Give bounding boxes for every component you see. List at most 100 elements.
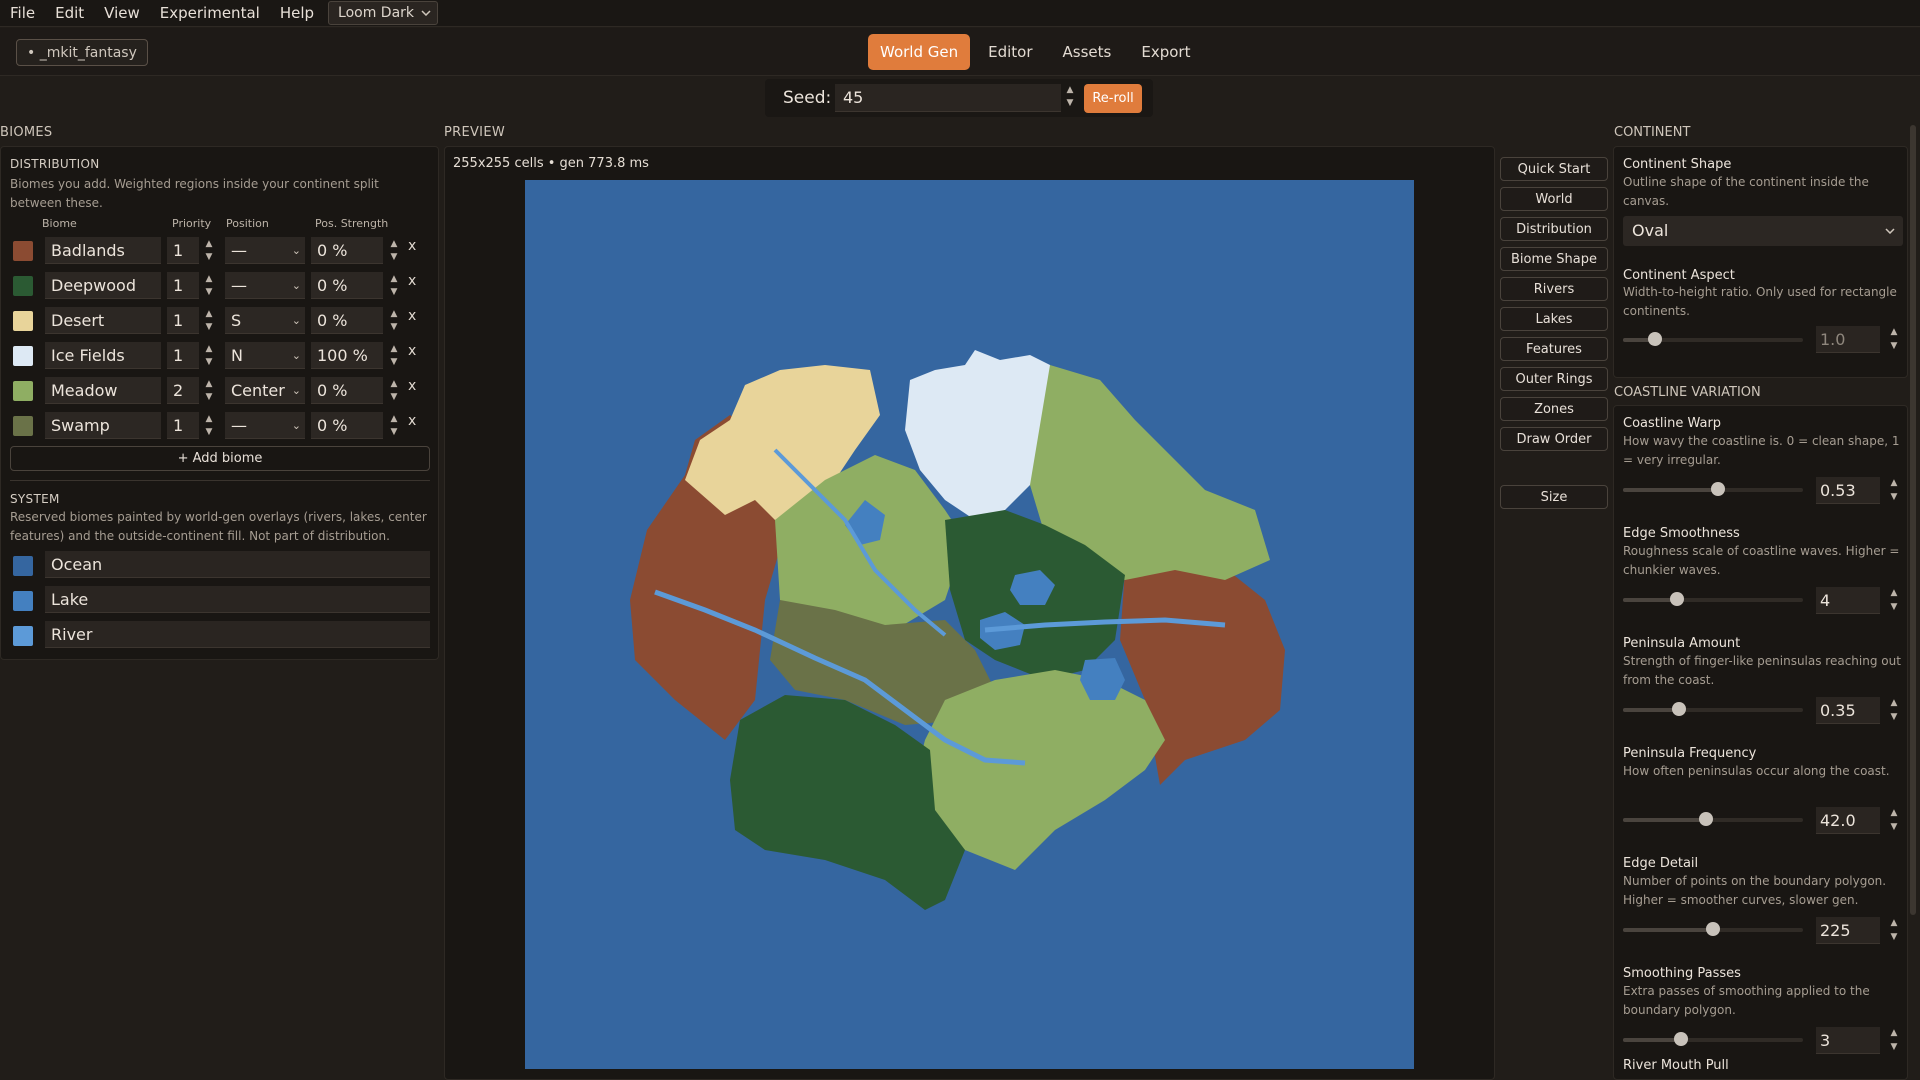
property-slider[interactable] xyxy=(1623,592,1803,606)
property-slider[interactable] xyxy=(1623,812,1803,826)
strength-increment-icon[interactable]: ▲ xyxy=(389,414,399,424)
tab-export[interactable]: Export xyxy=(1129,34,1202,70)
property-slider[interactable] xyxy=(1623,702,1803,716)
slider-knob[interactable] xyxy=(1670,592,1684,606)
property-value-input[interactable]: 0.53 xyxy=(1816,477,1880,504)
biome-position-select[interactable]: — ⌄ xyxy=(225,237,305,264)
strength-increment-icon[interactable]: ▲ xyxy=(389,344,399,354)
continent-shape-select[interactable]: Oval xyxy=(1623,216,1903,246)
value-increment-icon[interactable]: ▲ xyxy=(1889,698,1899,708)
value-decrement-icon[interactable]: ▼ xyxy=(1889,712,1899,722)
strength-decrement-icon[interactable]: ▼ xyxy=(389,392,399,402)
add-biome-button[interactable]: + Add biome xyxy=(10,446,430,471)
nav-button-outer-rings[interactable]: Outer Rings xyxy=(1500,367,1608,391)
priority-increment-icon[interactable]: ▲ xyxy=(204,379,214,389)
value-increment-icon[interactable]: ▲ xyxy=(1889,808,1899,818)
biome-color-swatch[interactable] xyxy=(13,416,33,436)
nav-button-lakes[interactable]: Lakes xyxy=(1500,307,1608,331)
project-chip[interactable]: • _mkit_fantasy xyxy=(16,39,148,66)
aspect-decrement-icon[interactable]: ▼ xyxy=(1889,341,1899,351)
tab-editor[interactable]: Editor xyxy=(976,34,1044,70)
tab-assets[interactable]: Assets xyxy=(1051,34,1124,70)
nav-button-zones[interactable]: Zones xyxy=(1500,397,1608,421)
slider-knob[interactable] xyxy=(1673,1032,1688,1046)
property-value-input[interactable]: 0.35 xyxy=(1816,697,1880,724)
biome-priority-field[interactable]: 1 xyxy=(167,307,199,334)
biome-name-field[interactable]: Badlands xyxy=(45,237,161,264)
biome-priority-field[interactable]: 1 xyxy=(167,237,199,264)
property-value-input[interactable]: 42.0 xyxy=(1816,807,1880,834)
value-decrement-icon[interactable]: ▼ xyxy=(1889,822,1899,832)
priority-increment-icon[interactable]: ▲ xyxy=(204,239,214,249)
priority-decrement-icon[interactable]: ▼ xyxy=(204,357,214,367)
menu-experimental[interactable]: Experimental xyxy=(150,0,270,27)
nav-button-biome-shape[interactable]: Biome Shape xyxy=(1500,247,1608,271)
nav-button-rivers[interactable]: Rivers xyxy=(1500,277,1608,301)
property-value-input[interactable]: 225 xyxy=(1816,917,1880,944)
value-increment-icon[interactable]: ▲ xyxy=(1889,1028,1899,1038)
biome-name-field[interactable]: Ice Fields xyxy=(45,342,161,369)
nav-button-distribution[interactable]: Distribution xyxy=(1500,217,1608,241)
slider-knob[interactable] xyxy=(1698,812,1713,826)
nav-button-size[interactable]: Size xyxy=(1500,485,1608,509)
biome-position-select[interactable]: Center ⌄ xyxy=(225,377,305,404)
biome-strength-field[interactable]: 0 % xyxy=(311,272,383,299)
biome-priority-field[interactable]: 1 xyxy=(167,272,199,299)
biome-strength-field[interactable]: 0 % xyxy=(311,412,383,439)
menu-help[interactable]: Help xyxy=(270,0,324,27)
seed-increment-icon[interactable]: ▲ xyxy=(1065,85,1075,95)
value-increment-icon[interactable]: ▲ xyxy=(1889,588,1899,598)
biome-name-field[interactable]: Meadow xyxy=(45,377,161,404)
biome-priority-field[interactable]: 1 xyxy=(167,412,199,439)
nav-button-world[interactable]: World xyxy=(1500,187,1608,211)
property-value-input[interactable]: 4 xyxy=(1816,587,1880,614)
continent-aspect-input[interactable]: 1.0 xyxy=(1816,326,1880,353)
biome-strength-field[interactable]: 0 % xyxy=(311,377,383,404)
biome-name-field[interactable]: Swamp xyxy=(45,412,161,439)
biome-priority-field[interactable]: 2 xyxy=(167,377,199,404)
nav-button-draw-order[interactable]: Draw Order xyxy=(1500,427,1608,451)
property-slider[interactable] xyxy=(1623,922,1803,936)
biome-position-select[interactable]: S ⌄ xyxy=(225,307,305,334)
theme-select[interactable]: Loom Dark xyxy=(328,1,439,25)
remove-biome-icon[interactable]: x xyxy=(408,273,416,289)
strength-increment-icon[interactable]: ▲ xyxy=(389,274,399,284)
biome-position-select[interactable]: N ⌄ xyxy=(225,342,305,369)
continent-aspect-slider[interactable] xyxy=(1623,332,1803,346)
strength-decrement-icon[interactable]: ▼ xyxy=(389,322,399,332)
strength-increment-icon[interactable]: ▲ xyxy=(389,239,399,249)
aspect-increment-icon[interactable]: ▲ xyxy=(1889,327,1899,337)
biome-priority-field[interactable]: 1 xyxy=(167,342,199,369)
property-slider[interactable] xyxy=(1623,482,1803,496)
value-decrement-icon[interactable]: ▼ xyxy=(1889,1042,1899,1052)
biome-color-swatch[interactable] xyxy=(13,311,33,331)
value-decrement-icon[interactable]: ▼ xyxy=(1889,492,1899,502)
reroll-button[interactable]: Re-roll xyxy=(1084,84,1142,113)
priority-decrement-icon[interactable]: ▼ xyxy=(204,287,214,297)
biome-color-swatch[interactable] xyxy=(13,381,33,401)
strength-decrement-icon[interactable]: ▼ xyxy=(389,287,399,297)
biome-color-swatch[interactable] xyxy=(13,276,33,296)
strength-decrement-icon[interactable]: ▼ xyxy=(389,252,399,262)
slider-knob[interactable] xyxy=(1671,702,1686,716)
strength-decrement-icon[interactable]: ▼ xyxy=(389,357,399,367)
value-decrement-icon[interactable]: ▼ xyxy=(1889,602,1899,612)
priority-decrement-icon[interactable]: ▼ xyxy=(204,392,214,402)
value-decrement-icon[interactable]: ▼ xyxy=(1889,932,1899,942)
remove-biome-icon[interactable]: x xyxy=(408,413,416,429)
seed-input[interactable] xyxy=(835,84,1061,112)
biome-name-field[interactable]: Deepwood xyxy=(45,272,161,299)
biome-position-select[interactable]: — ⌄ xyxy=(225,412,305,439)
nav-button-features[interactable]: Features xyxy=(1500,337,1608,361)
remove-biome-icon[interactable]: x xyxy=(408,343,416,359)
remove-biome-icon[interactable]: x xyxy=(408,308,416,324)
seed-decrement-icon[interactable]: ▼ xyxy=(1065,98,1075,108)
biome-color-swatch[interactable] xyxy=(13,346,33,366)
remove-biome-icon[interactable]: x xyxy=(408,238,416,254)
right-panel-scrollbar[interactable] xyxy=(1910,125,1916,915)
slider-knob[interactable] xyxy=(1706,922,1720,936)
strength-decrement-icon[interactable]: ▼ xyxy=(389,427,399,437)
priority-decrement-icon[interactable]: ▼ xyxy=(204,427,214,437)
world-map-preview[interactable] xyxy=(525,180,1414,1069)
biome-position-select[interactable]: — ⌄ xyxy=(225,272,305,299)
